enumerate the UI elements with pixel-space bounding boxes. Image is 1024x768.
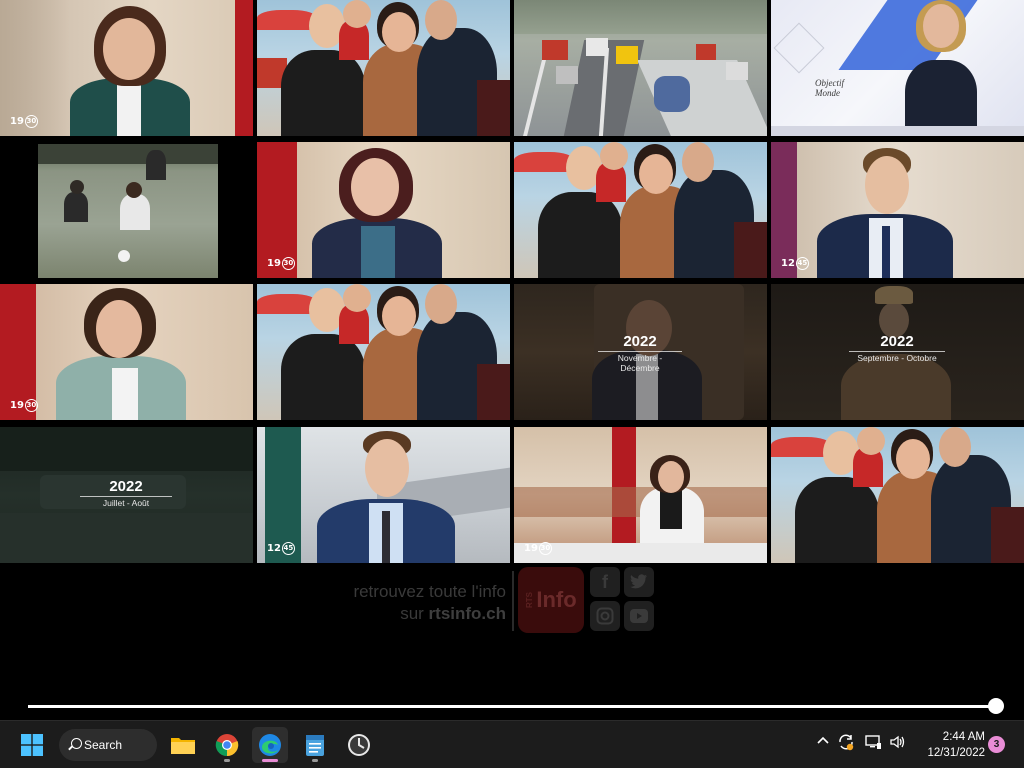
instagram-icon <box>590 601 620 631</box>
volume-icon[interactable] <box>889 734 907 754</box>
year-card: 2022 Septembre - Octobre <box>849 334 945 363</box>
sync-icon[interactable] <box>837 733 855 755</box>
video-tile-14[interactable]: 12 45 <box>257 427 510 563</box>
start-icon <box>21 734 43 756</box>
rts-info-logo: RTS Info <box>518 567 584 633</box>
clock-app-icon <box>348 734 370 756</box>
video-tile-7[interactable] <box>514 142 767 278</box>
seek-bar[interactable] <box>28 698 1004 714</box>
twitter-icon <box>624 567 654 597</box>
show-logo-text: Objectif Monde <box>815 78 844 98</box>
video-tile-6[interactable]: 19 30 <box>257 142 510 278</box>
promo-banner: retrouvez toute l'info sur rtsinfo.ch RT… <box>0 563 1024 683</box>
channel-badge: 12 45 <box>267 542 295 555</box>
year-card: 2022 Novembre - Décembre <box>598 334 682 373</box>
year-card: 2022 Juillet - Août <box>80 479 172 508</box>
notepad-button[interactable] <box>297 727 333 763</box>
channel-badge: 19 30 <box>524 542 552 555</box>
screen: 19 30 Objectif Monde 19 30 12 45 19 30 2… <box>0 0 1024 768</box>
start-button[interactable] <box>14 727 50 763</box>
clock-time: 2:44 AM <box>942 731 985 743</box>
search-label: Search <box>84 738 123 752</box>
system-clock[interactable]: 2:44 AM 12/31/2022 <box>915 729 985 761</box>
file-explorer-button[interactable] <box>165 727 201 763</box>
channel-badge: 19 30 <box>10 399 38 412</box>
divider <box>512 571 514 631</box>
video-tile-15[interactable]: 19 30 <box>514 427 767 563</box>
taskbar: Search 2:44 AM 12/31/2022 3 <box>0 720 1024 768</box>
video-tile-4[interactable]: Objectif Monde <box>771 0 1024 136</box>
video-tile-2[interactable] <box>257 0 510 136</box>
youtube-icon <box>624 601 654 631</box>
edge-icon <box>259 734 281 756</box>
chevron-up-icon[interactable] <box>816 734 830 752</box>
seek-bar-thumb[interactable] <box>988 698 1004 714</box>
taskbar-search[interactable]: Search <box>59 729 157 761</box>
video-tile-10[interactable] <box>257 284 510 420</box>
video-tile-1[interactable]: 19 30 <box>0 0 253 136</box>
channel-badge: 19 30 <box>267 257 295 270</box>
clock-app-button[interactable] <box>341 727 377 763</box>
notification-badge[interactable]: 3 <box>988 736 1005 753</box>
channel-badge: 19 30 <box>10 115 38 128</box>
video-tile-3[interactable] <box>514 0 767 136</box>
video-tile-5[interactable] <box>0 142 253 278</box>
network-icon[interactable] <box>864 734 882 754</box>
video-tile-8[interactable]: 12 45 <box>771 142 1024 278</box>
chrome-icon <box>215 734 239 757</box>
search-icon <box>71 738 82 749</box>
promo-text: retrouvez toute l'info sur rtsinfo.ch <box>353 582 506 623</box>
video-tile-13[interactable]: 2022 Juillet - Août <box>0 427 253 563</box>
clock-date: 12/31/2022 <box>927 747 985 759</box>
video-tile-16[interactable] <box>771 427 1024 563</box>
video-player[interactable]: 19 30 Objectif Monde 19 30 12 45 19 30 2… <box>0 0 1024 563</box>
channel-badge: 12 45 <box>781 257 809 270</box>
facebook-icon: f <box>590 567 620 597</box>
video-tile-9[interactable]: 19 30 <box>0 284 253 420</box>
file-explorer-icon <box>171 738 195 754</box>
video-tile-11[interactable]: 2022 Novembre - Décembre <box>514 284 767 420</box>
chrome-button[interactable] <box>209 727 245 763</box>
notepad-icon <box>306 735 324 756</box>
seek-bar-fill <box>28 705 996 708</box>
video-tile-12[interactable]: 2022 Septembre - Octobre <box>771 284 1024 420</box>
edge-button[interactable] <box>252 727 288 763</box>
